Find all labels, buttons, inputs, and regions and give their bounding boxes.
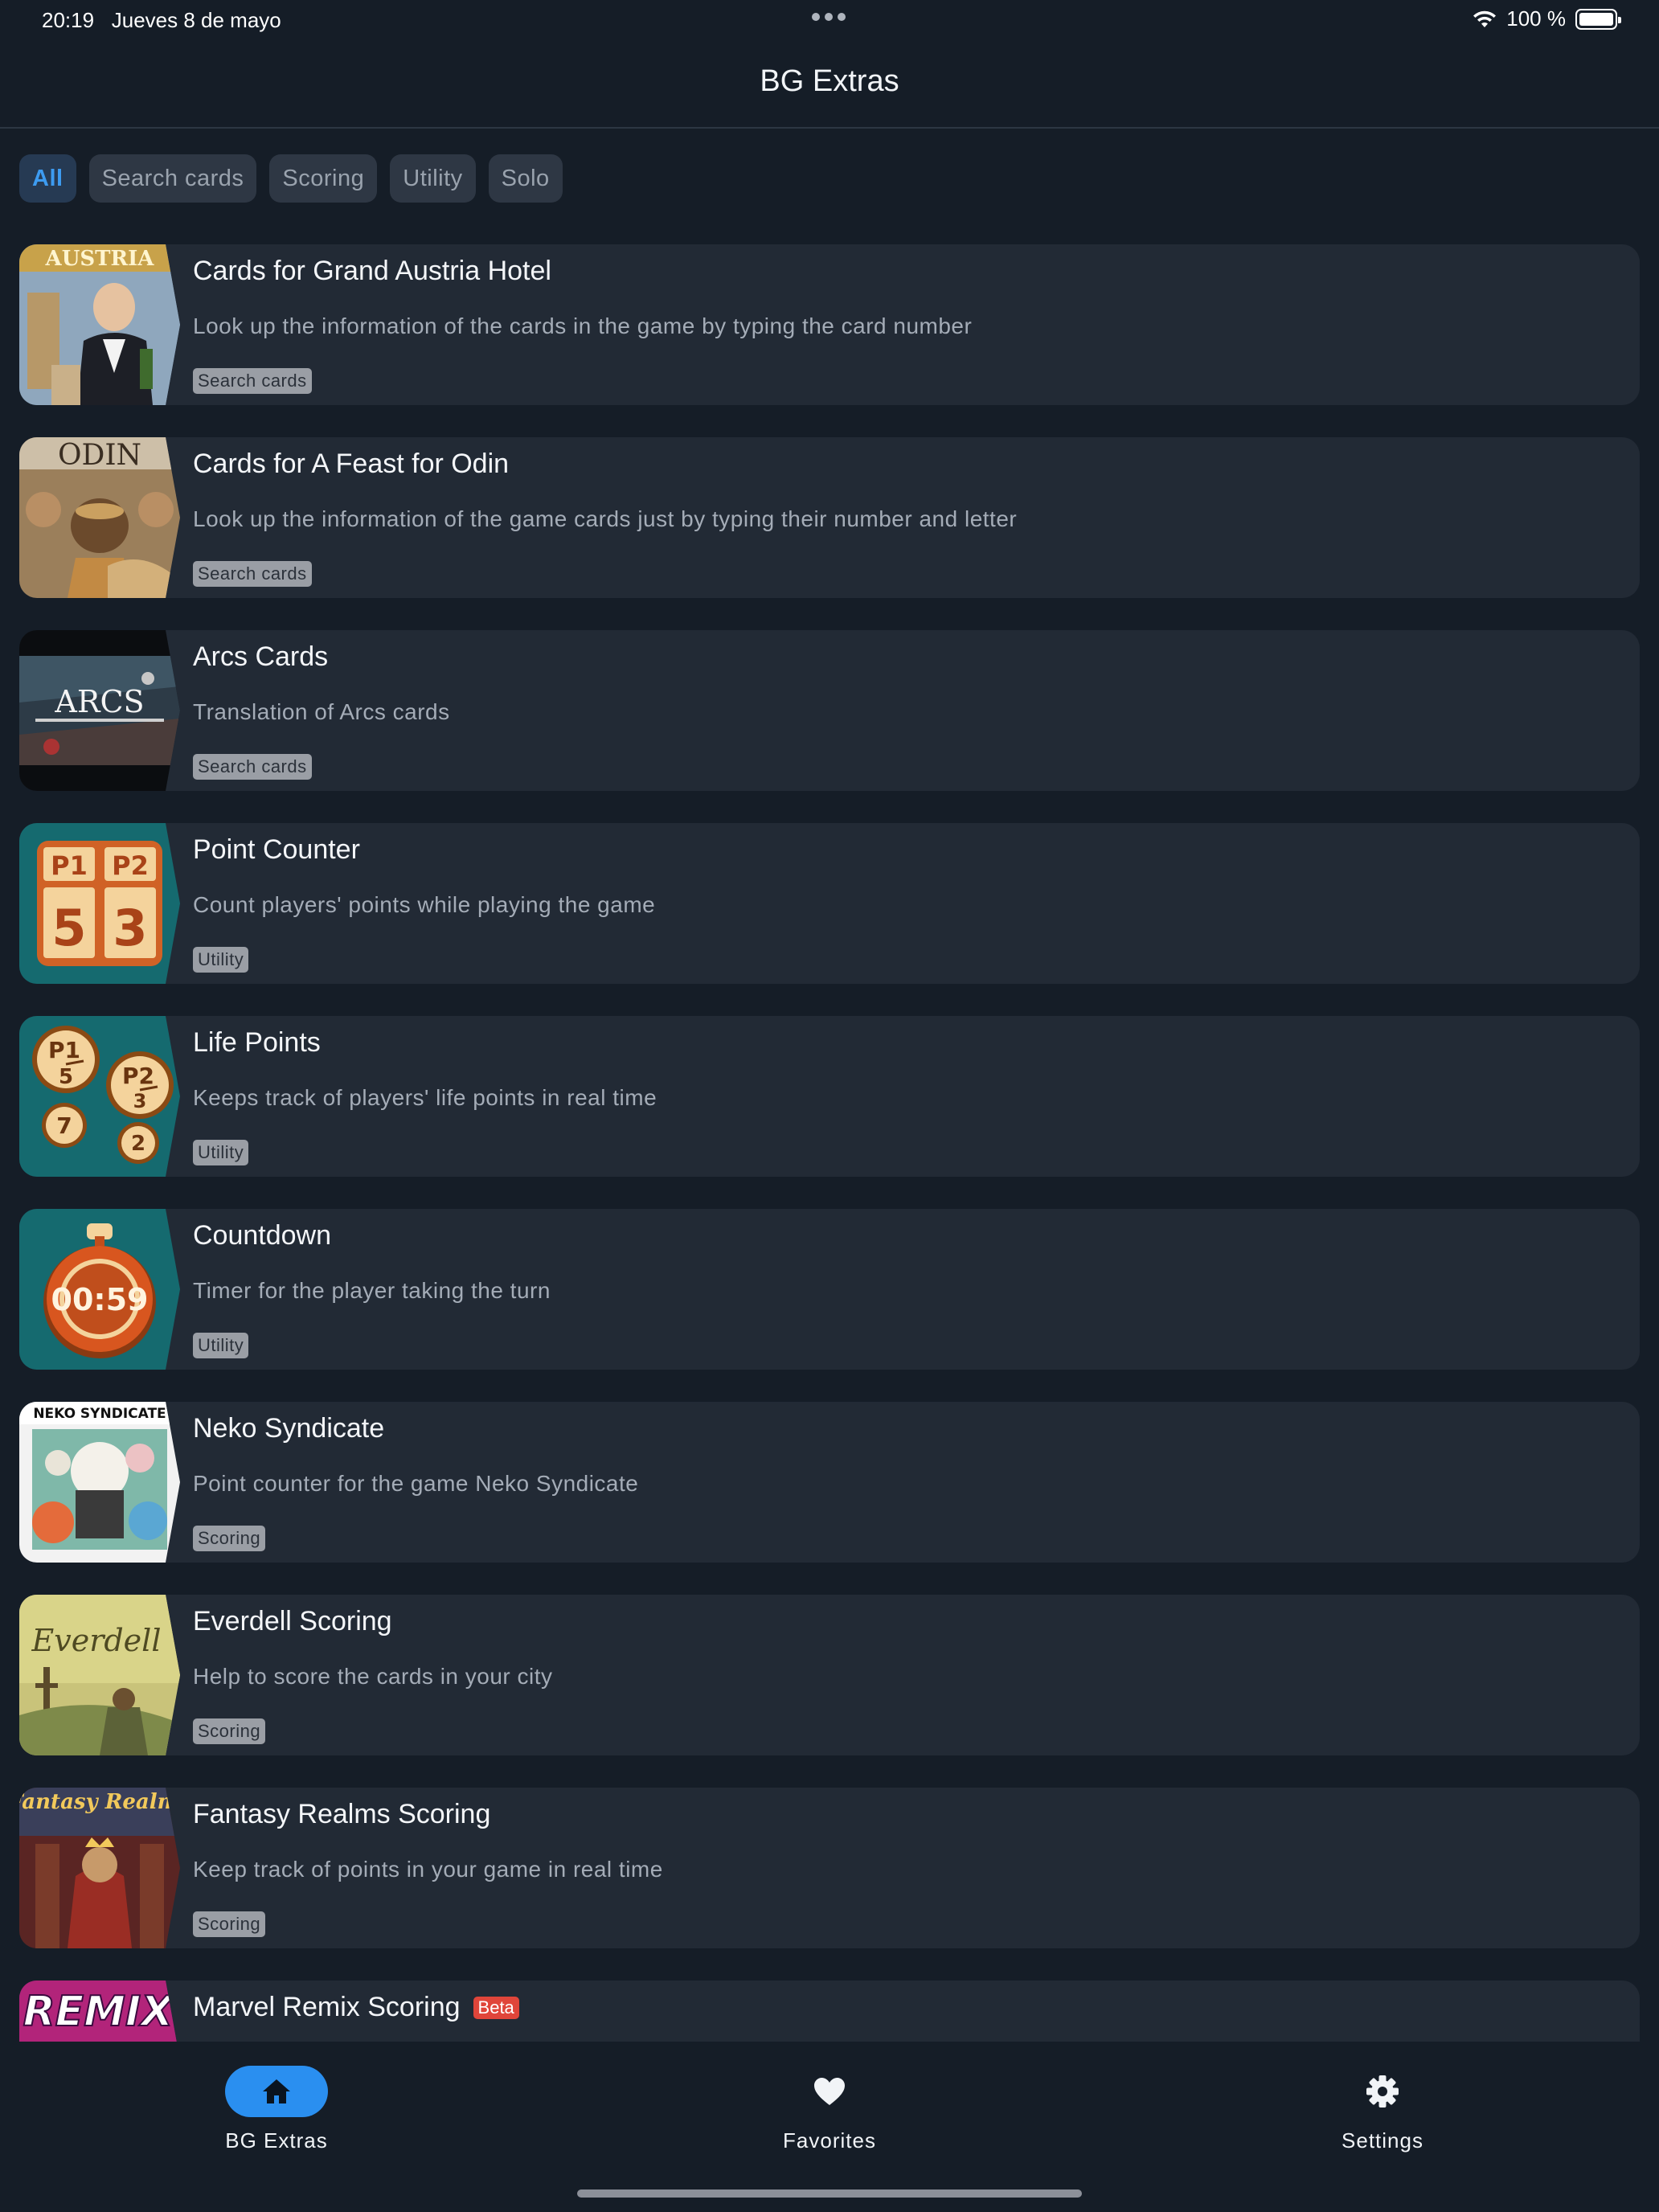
life-points-p1-label: P1 bbox=[48, 1037, 80, 1063]
countdown-thumbnail: 00:59 bbox=[19, 1209, 180, 1370]
point-counter-p2-value: 3 bbox=[113, 899, 147, 957]
list-item-neko-syndicate[interactable]: NEKO SYNDICATE Neko Syndicate Point coun… bbox=[19, 1402, 1640, 1563]
filter-chip-solo[interactable]: Solo bbox=[488, 154, 563, 203]
item-title: Cards for Grand Austria Hotel bbox=[193, 256, 551, 286]
nav-label-settings: Settings bbox=[1342, 2128, 1423, 2153]
status-indicators: 100 % bbox=[1473, 6, 1621, 31]
heart-icon bbox=[814, 2078, 845, 2105]
list-item-everdell[interactable]: Everdell Everdell Scoring Help to score … bbox=[19, 1595, 1640, 1755]
item-title: Neko Syndicate bbox=[193, 1413, 385, 1444]
item-description: Keep track of points in your game in rea… bbox=[193, 1857, 663, 1882]
list-item-marvel-remix[interactable]: REMIX Marvel Remix Scoring Beta bbox=[19, 1981, 1640, 2042]
list-item-grand-austria[interactable]: AUSTRIA Cards for Grand Austria Hotel Lo… bbox=[19, 244, 1640, 405]
item-title: Arcs Cards bbox=[193, 641, 329, 672]
item-title: Countdown bbox=[193, 1220, 332, 1251]
wifi-icon bbox=[1473, 10, 1497, 27]
beta-badge: Beta bbox=[473, 1996, 519, 2019]
filter-chip-scoring[interactable]: Scoring bbox=[269, 154, 378, 203]
feast-for-odin-thumb-text: ODIN bbox=[58, 439, 141, 472]
multitasking-dots-icon[interactable] bbox=[812, 13, 847, 23]
status-date: Jueves 8 de mayo bbox=[111, 8, 281, 32]
nav-label-bg-extras: BG Extras bbox=[225, 2128, 328, 2153]
item-description: Help to score the cards in your city bbox=[193, 1664, 553, 1689]
item-tag: Utility bbox=[193, 1333, 249, 1358]
item-description: Translation of Arcs cards bbox=[193, 699, 450, 724]
item-tag: Utility bbox=[193, 1140, 249, 1165]
grand-austria-thumbnail: AUSTRIA bbox=[19, 244, 180, 405]
list-item-feast-for-odin[interactable]: ODIN Cards for A Feast for Odin Look up … bbox=[19, 437, 1640, 598]
point-counter-p1-value: 5 bbox=[51, 899, 86, 957]
battery-percent: 100 % bbox=[1506, 6, 1566, 31]
item-description: Keeps track of players' life points in r… bbox=[193, 1085, 657, 1110]
fantasy-realms-thumbnail: Fantasy Realms bbox=[19, 1788, 180, 1948]
item-description: Count players' points while playing the … bbox=[193, 892, 656, 917]
home-indicator[interactable] bbox=[577, 2189, 1082, 2198]
item-title: Cards for A Feast for Odin bbox=[193, 449, 510, 479]
life-points-value-3: 7 bbox=[56, 1112, 72, 1139]
app-header: BG Extras bbox=[0, 48, 1659, 129]
extras-list: AUSTRIA Cards for Grand Austria Hotel Lo… bbox=[19, 244, 1640, 2042]
life-points-p1-value: 5 bbox=[59, 1065, 73, 1089]
status-bar: 20:19 Jueves 8 de mayo 100 % bbox=[0, 0, 1659, 40]
feast-for-odin-thumbnail: ODIN bbox=[19, 437, 180, 598]
item-description: Timer for the player taking the turn bbox=[193, 1278, 551, 1303]
neko-syndicate-thumb-text: NEKO SYNDICATE bbox=[33, 1406, 166, 1422]
item-tag: Scoring bbox=[193, 1718, 266, 1744]
grand-austria-thumb-text: AUSTRIA bbox=[45, 247, 155, 271]
list-item-fantasy-realms[interactable]: Fantasy Realms Fantasy Realms Scoring Ke… bbox=[19, 1788, 1640, 1948]
list-item-life-points[interactable]: P1 5 P2 3 7 2 Life Points Keeps track of… bbox=[19, 1016, 1640, 1177]
point-counter-thumbnail: P1 P2 5 3 bbox=[19, 823, 180, 984]
item-title: Everdell Scoring bbox=[193, 1606, 392, 1636]
page-title: BG Extras bbox=[760, 64, 899, 98]
list-item-countdown[interactable]: 00:59 Countdown Timer for the player tak… bbox=[19, 1209, 1640, 1370]
item-tag: Search cards bbox=[193, 754, 312, 780]
item-tag: Search cards bbox=[193, 368, 312, 394]
everdell-thumb-text: Everdell bbox=[31, 1623, 162, 1658]
life-points-p2-label: P2 bbox=[122, 1063, 154, 1089]
neko-syndicate-thumbnail: NEKO SYNDICATE bbox=[19, 1402, 180, 1563]
everdell-thumbnail: Everdell bbox=[19, 1595, 180, 1755]
gear-icon bbox=[1366, 2075, 1399, 2108]
filter-chip-utility[interactable]: Utility bbox=[390, 154, 476, 203]
life-points-p2-value: 3 bbox=[133, 1090, 147, 1112]
filter-chip-search-cards[interactable]: Search cards bbox=[88, 154, 257, 203]
nav-item-settings[interactable]: Settings bbox=[1286, 2066, 1479, 2153]
item-description: Look up the information of the game card… bbox=[193, 506, 1018, 531]
list-item-point-counter[interactable]: P1 P2 5 3 Point Counter Count players' p… bbox=[19, 823, 1640, 984]
point-counter-p1-label: P1 bbox=[51, 850, 88, 881]
filter-chips: All Search cards Scoring Utility Solo bbox=[19, 154, 563, 203]
countdown-thumb-text: 00:59 bbox=[51, 1282, 149, 1317]
item-tag: Scoring bbox=[193, 1911, 266, 1937]
point-counter-p2-label: P2 bbox=[112, 850, 149, 881]
marvel-remix-thumb-text: REMIX bbox=[23, 1988, 176, 2036]
life-points-value-4: 2 bbox=[131, 1132, 145, 1156]
item-tag: Search cards bbox=[193, 561, 312, 587]
arcs-thumb-text: ARCS bbox=[54, 684, 144, 719]
list-item-arcs[interactable]: ARCS Arcs Cards Translation of Arcs card… bbox=[19, 630, 1640, 791]
item-title: Point Counter bbox=[193, 834, 360, 865]
arcs-thumbnail: ARCS bbox=[19, 630, 180, 791]
home-icon bbox=[263, 2079, 290, 2103]
item-tag: Scoring bbox=[193, 1526, 266, 1551]
nav-item-favorites[interactable]: Favorites bbox=[733, 2066, 926, 2153]
filter-chip-all[interactable]: All bbox=[19, 154, 76, 203]
nav-pill-active bbox=[225, 2066, 328, 2117]
item-title: Life Points bbox=[193, 1027, 321, 1058]
battery-icon bbox=[1575, 8, 1621, 30]
life-points-thumbnail: P1 5 P2 3 7 2 bbox=[19, 1016, 180, 1177]
fantasy-realms-thumb-text: Fantasy Realms bbox=[19, 1790, 180, 1814]
status-time: 20:19 Jueves 8 de mayo bbox=[42, 8, 281, 32]
item-tag: Utility bbox=[193, 947, 249, 973]
nav-item-bg-extras[interactable]: BG Extras bbox=[180, 2066, 373, 2153]
marvel-remix-thumbnail: REMIX bbox=[19, 1981, 180, 2042]
item-title: Fantasy Realms Scoring bbox=[193, 1799, 491, 1829]
item-description: Look up the information of the cards in … bbox=[193, 313, 973, 338]
bottom-navigation: BG Extras Favorites Settings bbox=[0, 2042, 1659, 2212]
item-description: Point counter for the game Neko Syndicat… bbox=[193, 1471, 639, 1496]
nav-label-favorites: Favorites bbox=[783, 2128, 876, 2153]
item-title: Marvel Remix Scoring Beta bbox=[193, 1992, 519, 2023]
